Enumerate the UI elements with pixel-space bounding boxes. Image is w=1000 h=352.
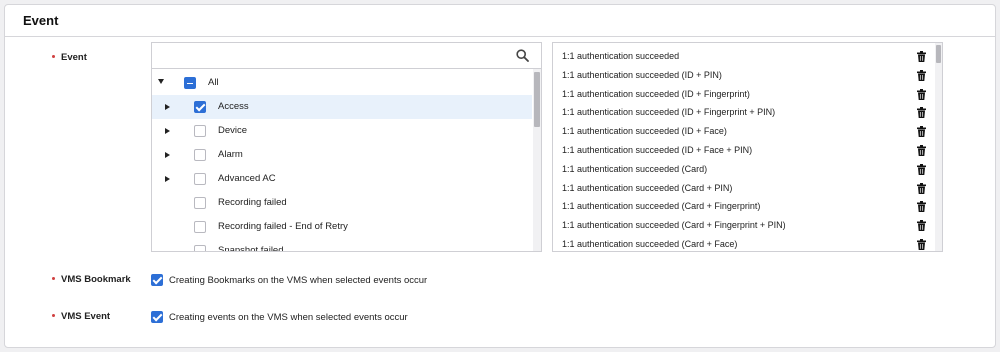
caret-right-icon[interactable] [165,104,170,110]
event-label: Event [52,52,87,63]
selected-event-label: 1:1 authentication succeeded (Card) [562,163,708,174]
vms-bookmark-label-text: VMS Bookmark [61,274,131,285]
tree-row[interactable]: Alarm [152,143,532,167]
selected-event-row: 1:1 authentication succeeded (ID + PIN) [553,66,933,85]
trash-icon[interactable] [917,145,926,156]
trash-icon[interactable] [917,51,926,62]
selected-event-label: 1:1 authentication succeeded (ID + Face) [562,126,727,137]
required-dot [52,276,55,280]
selected-event-row: 1:1 authentication succeeded (Card + Fin… [553,197,933,216]
selected-event-label: 1:1 authentication succeeded (Card + Fin… [562,220,786,231]
vms-bookmark-label: VMS Bookmark [52,274,131,285]
tree-row[interactable]: Recording failed [152,191,532,215]
vms-event-label: VMS Event [52,311,110,322]
caret-down-icon[interactable] [158,79,164,84]
trash-icon[interactable] [917,163,926,175]
caret-right-icon[interactable] [165,128,170,134]
selected-event-label: 1:1 authentication succeeded (ID + PIN) [562,69,722,80]
events-scrollbar[interactable] [935,43,942,251]
search-icon[interactable] [516,49,529,62]
tree-scrollbar-thumb[interactable] [534,72,540,127]
tree-label: Device [218,125,248,136]
tree-checkbox[interactable] [194,221,206,233]
selected-event-row: 1:1 authentication succeeded (Card + Fin… [553,216,933,235]
tree-label: All [208,77,219,88]
trash-icon[interactable] [917,107,926,119]
event-tree-list: All Access Device Alarm Advanced AC Recording… [152,69,532,252]
caret-right-icon[interactable] [165,176,170,182]
tree-checkbox[interactable] [194,125,206,137]
tree-row[interactable]: Access [152,95,532,119]
selected-event-row: 1:1 authentication succeeded (Card + Fac… [553,235,933,251]
trash-icon[interactable] [917,88,926,100]
selected-event-row: 1:1 authentication succeeded (Card) [553,160,933,179]
event-tree-box: All Access Device Alarm Advanced AC Recording… [151,42,542,252]
tree-row[interactable]: Snapshot failed [152,239,532,252]
vms-bookmark-text: Creating Bookmarks on the VMS when selec… [169,275,428,286]
tree-checkbox[interactable] [194,197,206,209]
selected-event-label: 1:1 authentication succeeded (Card + PIN… [562,182,733,193]
selected-event-row: 1:1 authentication succeeded (ID + Face) [553,122,933,141]
trash-icon[interactable] [917,220,926,232]
tree-label: Access [218,101,249,112]
tree-checkbox[interactable] [194,245,206,251]
vms-event-checkbox[interactable] [151,311,163,323]
tree-label: Recording failed [218,197,287,208]
selected-event-label: 1:1 authentication succeeded [562,51,680,61]
tree-row[interactable]: Recording failed - End of Retry [152,215,532,239]
vms-event-label-text: VMS Event [61,311,111,322]
trash-icon[interactable] [917,126,926,138]
caret-right-icon[interactable] [165,152,170,158]
tree-checkbox[interactable] [194,101,206,113]
trash-icon[interactable] [917,69,926,81]
selected-events-box: 1:1 authentication succeeded 1:1 authenti… [552,42,943,252]
trash-icon[interactable] [917,201,926,213]
tree-checkbox[interactable] [194,149,206,161]
selected-event-label: 1:1 authentication succeeded (Card + Fac… [562,239,738,249]
events-scrollbar-thumb[interactable] [936,45,941,63]
selected-event-row: 1:1 authentication succeeded (Card + PIN… [553,179,933,198]
vms-event-text: Creating events on the VMS when selected… [169,312,408,323]
event-label-text: Event [61,52,87,63]
selected-event-label: 1:1 authentication succeeded (ID + Face … [562,145,753,155]
tree-checkbox[interactable] [194,173,206,185]
trash-icon[interactable] [917,182,926,194]
selected-event-row: 1:1 authentication succeeded (ID + Finge… [553,103,933,122]
required-dot [52,313,55,317]
tree-label: Recording failed - End of Retry [218,221,348,232]
required-dot [52,54,55,58]
vms-bookmark-checkbox[interactable] [151,274,163,286]
tree-label: Advanced AC [218,173,276,184]
tree-label: Alarm [218,149,243,160]
tree-label: Snapshot failed [218,245,284,252]
selected-event-label: 1:1 authentication succeeded (Card + Fin… [562,201,761,212]
tree-checkbox[interactable] [184,77,196,89]
tree-row[interactable]: All [152,71,532,95]
tree-row[interactable]: Advanced AC [152,167,532,191]
panel-header: Event [5,5,995,37]
selected-event-row: 1:1 authentication succeeded (ID + Finge… [553,85,933,104]
panel-title: Event [23,13,59,28]
selected-event-label: 1:1 authentication succeeded (ID + Finge… [562,88,750,99]
event-search-bar[interactable] [152,43,541,69]
trash-icon[interactable] [917,239,926,250]
selected-event-row: 1:1 authentication succeeded [553,47,933,66]
selected-event-label: 1:1 authentication succeeded (ID + Finge… [562,107,776,118]
tree-row[interactable]: Device [152,119,532,143]
selected-event-row: 1:1 authentication succeeded (ID + Face … [553,141,933,160]
